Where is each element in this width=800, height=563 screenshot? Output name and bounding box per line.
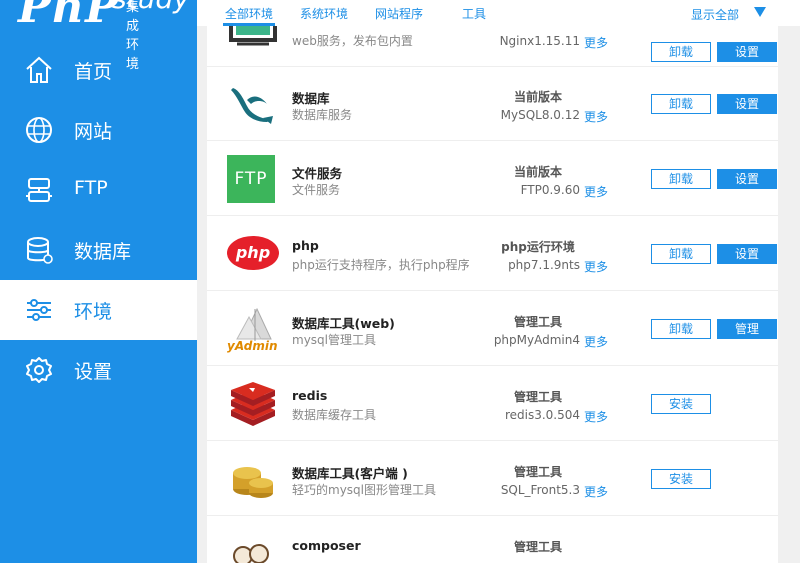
install-button[interactable]: 安装 [651,469,711,489]
app-name: composer [292,538,361,553]
version-value: phpMyAdmin4 [493,333,580,347]
app-name: 文件服务 [292,166,343,181]
more-link[interactable]: 更多 [584,183,608,200]
home-icon [26,56,52,83]
monitor-icon [229,26,277,46]
app-description: 数据库服务 [292,108,353,122]
more-link[interactable]: 更多 [584,108,608,125]
sliders-icon [27,299,51,321]
version-label: 管理工具 [513,315,562,329]
tab-system-environment[interactable]: 系统环境 [300,5,348,22]
version-label: 当前版本 [513,90,562,104]
list-item: 数据库 数据库服务 当前版本 MySQL8.0.12 更多 卸载 设置 [207,66,778,141]
settings-button[interactable]: 设置 [717,94,777,114]
triangle-down-icon[interactable] [753,6,767,18]
more-link[interactable]: 更多 [584,34,608,51]
logo-sub-text: study [112,0,190,15]
app-name: 数据库工具(客户端 ) [292,466,408,481]
uninstall-button[interactable]: 卸载 [651,169,711,189]
uninstall-button[interactable]: 卸载 [651,42,711,62]
app-description: 轻巧的mysql图形管理工具 [292,483,436,497]
version-label: 当前版本 [513,165,562,179]
logo-main-text: PhP [18,0,120,33]
version-value: redis3.0.504 [504,408,580,422]
app-name: redis [292,388,328,403]
uninstall-button[interactable]: 卸载 [651,94,711,114]
sidebar-item-label: 首页 [74,61,113,83]
sql-front-coins-icon [233,467,273,498]
server-icon [26,178,52,202]
environment-list: web服务，发布包内置 Nginx1.15.11 更多 卸载 设置 数据库 数据… [207,26,778,563]
app-name: 数据库工具(web) [292,316,395,331]
version-value: SQL_Front5.3 [500,483,580,497]
sidebar-item-settings[interactable]: 设置 [0,340,197,400]
version-value: Nginx1.15.11 [499,34,580,48]
mysql-dolphin-icon [231,88,273,124]
app-description: 文件服务 [292,183,341,197]
database-icon [27,237,53,264]
list-item: composer 管理工具 卸载 [207,516,778,563]
version-label: php运行环境 [501,240,575,254]
list-item: web服务，发布包内置 Nginx1.15.11 更多 卸载 设置 [207,26,778,67]
more-link[interactable]: 更多 [584,408,608,425]
sidebar-item-home[interactable]: 首页 [0,40,197,100]
sidebar-item-environment[interactable]: 环境 [0,280,197,340]
app-description: php运行支持程序，执行php程序 [292,258,470,272]
app-name: 数据库 [292,91,330,106]
version-value: php7.1.9nts [508,258,580,272]
app-description: mysql管理工具 [292,333,376,347]
php-logo-icon: php [227,236,279,270]
app-description: 数据库缓存工具 [292,408,377,422]
globe-icon [26,117,52,143]
list-item: redis 数据库缓存工具 管理工具 redis3.0.504 更多 安装 [207,366,778,441]
gear-icon [26,357,52,383]
uninstall-button[interactable]: 卸载 [651,319,711,339]
version-label: 管理工具 [513,390,562,404]
tab-website-programs[interactable]: 网站程序 [375,5,423,22]
sidebar-item-label: FTP [74,177,108,199]
settings-button[interactable]: 设置 [717,244,777,264]
sidebar: PhP study 集成环境 首页 网站 FTP 数据库 环境 设置 [0,0,197,563]
settings-button[interactable]: 设置 [717,42,777,62]
list-item: php php php运行支持程序，执行php程序 php运行环境 php7.1… [207,216,778,291]
sidebar-item-website[interactable]: 网站 [0,100,197,160]
more-link[interactable]: 更多 [584,258,608,275]
scrollbar-track[interactable] [778,26,800,563]
sidebar-item-ftp[interactable]: FTP [0,160,197,220]
manage-button[interactable]: 管理 [717,319,777,339]
ftp-icon: FTP [227,155,275,203]
version-label: 管理工具 [513,540,562,554]
tab-bar: 全部环境 系统环境 网站程序 工具 显示全部 [197,0,800,26]
version-label: 管理工具 [513,465,562,479]
version-value: MySQL8.0.12 [500,108,580,122]
list-item: FTP 文件服务 文件服务 当前版本 FTP0.9.60 更多 卸载 设置 [207,141,778,216]
list-item: yAdmin 数据库工具(web) mysql管理工具 管理工具 phpMyAd… [207,291,778,366]
show-all-dropdown[interactable]: 显示全部 [691,6,739,23]
redis-icon [231,382,275,426]
tab-all-environments[interactable]: 全部环境 [225,5,273,22]
sidebar-item-label: 环境 [74,301,113,323]
settings-button[interactable]: 设置 [717,169,777,189]
more-link[interactable]: 更多 [584,483,608,500]
phpmyadmin-icon-text: yAdmin [227,339,278,353]
composer-icon [233,544,269,563]
list-item: 数据库工具(客户端 ) 轻巧的mysql图形管理工具 管理工具 SQL_Fron… [207,441,778,516]
more-link[interactable]: 更多 [584,333,608,350]
sidebar-item-label: 数据库 [74,241,132,263]
app-name: php [292,238,319,253]
sidebar-item-database[interactable]: 数据库 [0,220,197,280]
install-button[interactable]: 安装 [651,394,711,414]
app-description: web服务，发布包内置 [292,34,413,48]
tab-tools[interactable]: 工具 [462,5,486,22]
sidebar-item-label: 网站 [74,121,113,143]
sidebar-item-label: 设置 [74,361,113,383]
uninstall-button[interactable]: 卸载 [651,244,711,264]
version-value: FTP0.9.60 [520,183,580,197]
